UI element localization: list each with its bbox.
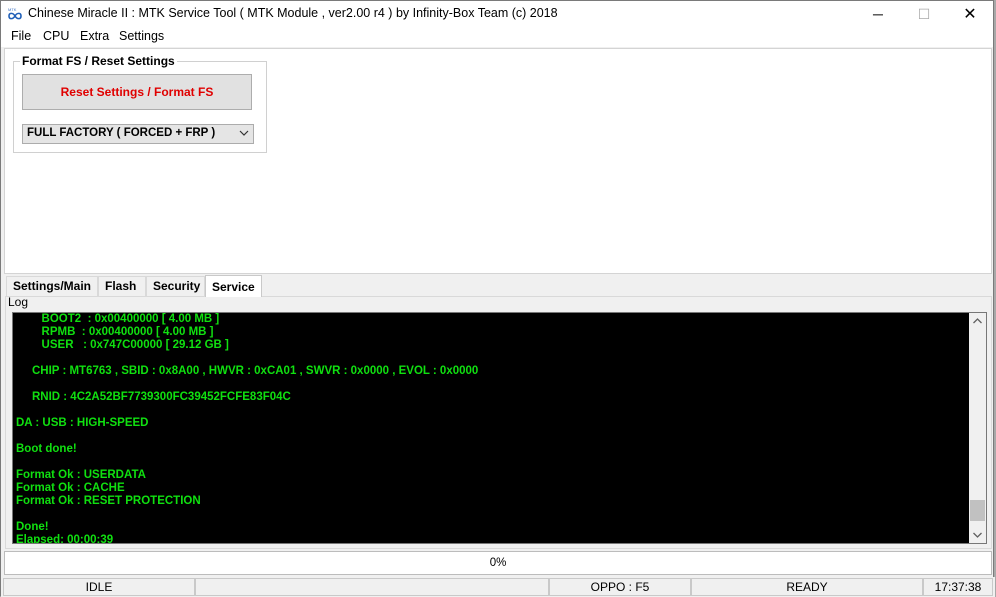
- maximize-button[interactable]: ☐: [901, 1, 947, 27]
- tab-service[interactable]: Service: [205, 275, 262, 297]
- status-state: IDLE: [3, 578, 195, 596]
- scroll-down-icon[interactable]: [969, 526, 986, 543]
- scroll-up-icon[interactable]: [969, 313, 986, 330]
- format-fs-group: Format FS / Reset Settings Reset Setting…: [13, 54, 267, 153]
- status-device: OPPO : F5: [549, 578, 691, 596]
- format-fs-group-title: Format FS / Reset Settings: [20, 54, 177, 68]
- top-panel: Format FS / Reset Settings Reset Setting…: [4, 48, 992, 274]
- menu-cpu[interactable]: CPU: [43, 29, 69, 43]
- log-output[interactable]: BOOT2 : 0x00400000 [ 4.00 MB ] RPMB : 0x…: [12, 312, 987, 544]
- tab-settings-main[interactable]: Settings/Main: [6, 276, 98, 296]
- log-line: DA : USB : HIGH-SPEED: [16, 417, 149, 429]
- log-line: Format Ok : CACHE: [16, 482, 125, 494]
- close-button[interactable]: ✕: [947, 1, 993, 27]
- log-line: CHIP : MT6763 , SBID : 0x8A00 , HWVR : 0…: [16, 365, 479, 377]
- log-line: BOOT2 : 0x00400000 [ 4.00 MB ]: [16, 313, 220, 325]
- format-mode-value: FULL FACTORY ( FORCED + FRP ): [27, 127, 216, 139]
- minimize-button[interactable]: ─: [855, 1, 901, 27]
- menu-extra[interactable]: Extra: [80, 29, 109, 43]
- menu-settings[interactable]: Settings: [119, 29, 164, 43]
- scroll-thumb[interactable]: [970, 500, 985, 521]
- progress-bar: 0%: [4, 551, 992, 575]
- window-title: Chinese Miracle II : MTK Service Tool ( …: [28, 6, 558, 20]
- app-window: MTK Chinese Miracle II : MTK Service Too…: [0, 0, 995, 597]
- log-line: USER : 0x747C00000 [ 29.12 GB ]: [16, 339, 229, 351]
- progress-text: 0%: [489, 557, 507, 569]
- menu-bar: File CPU Extra Settings: [1, 27, 993, 47]
- menu-file[interactable]: File: [11, 29, 31, 43]
- tab-flash[interactable]: Flash: [98, 276, 146, 296]
- format-mode-select[interactable]: FULL FACTORY ( FORCED + FRP ): [22, 124, 254, 144]
- log-line: Format Ok : USERDATA: [16, 469, 146, 481]
- title-bar[interactable]: MTK Chinese Miracle II : MTK Service Too…: [1, 1, 993, 27]
- status-time: 17:37:38: [923, 578, 993, 596]
- log-line: RPMB : 0x00400000 [ 4.00 MB ]: [16, 326, 214, 338]
- log-lines: BOOT2 : 0x00400000 [ 4.00 MB ] RPMB : 0x…: [16, 313, 966, 544]
- status-empty: [195, 578, 549, 596]
- reset-settings-button[interactable]: Reset Settings / Format FS: [22, 74, 252, 110]
- status-ready: READY: [691, 578, 923, 596]
- log-label: Log: [8, 295, 29, 309]
- infinity-logo-icon: MTK: [8, 7, 22, 20]
- log-line: Boot done!: [16, 443, 77, 455]
- log-scrollbar[interactable]: [969, 313, 986, 543]
- status-bar: IDLE OPPO : F5 READY 17:37:38: [1, 577, 995, 597]
- log-line: Elapsed: 00:00:39: [16, 534, 114, 544]
- log-line: Format Ok : RESET PROTECTION: [16, 495, 201, 507]
- log-line: Done!: [16, 521, 49, 533]
- svg-text:MTK: MTK: [8, 7, 17, 12]
- chevron-down-icon: [239, 130, 249, 136]
- log-line: RNID : 4C2A52BF7739300FC39452FCFE83F04C: [16, 391, 291, 403]
- tab-security[interactable]: Security: [146, 276, 205, 296]
